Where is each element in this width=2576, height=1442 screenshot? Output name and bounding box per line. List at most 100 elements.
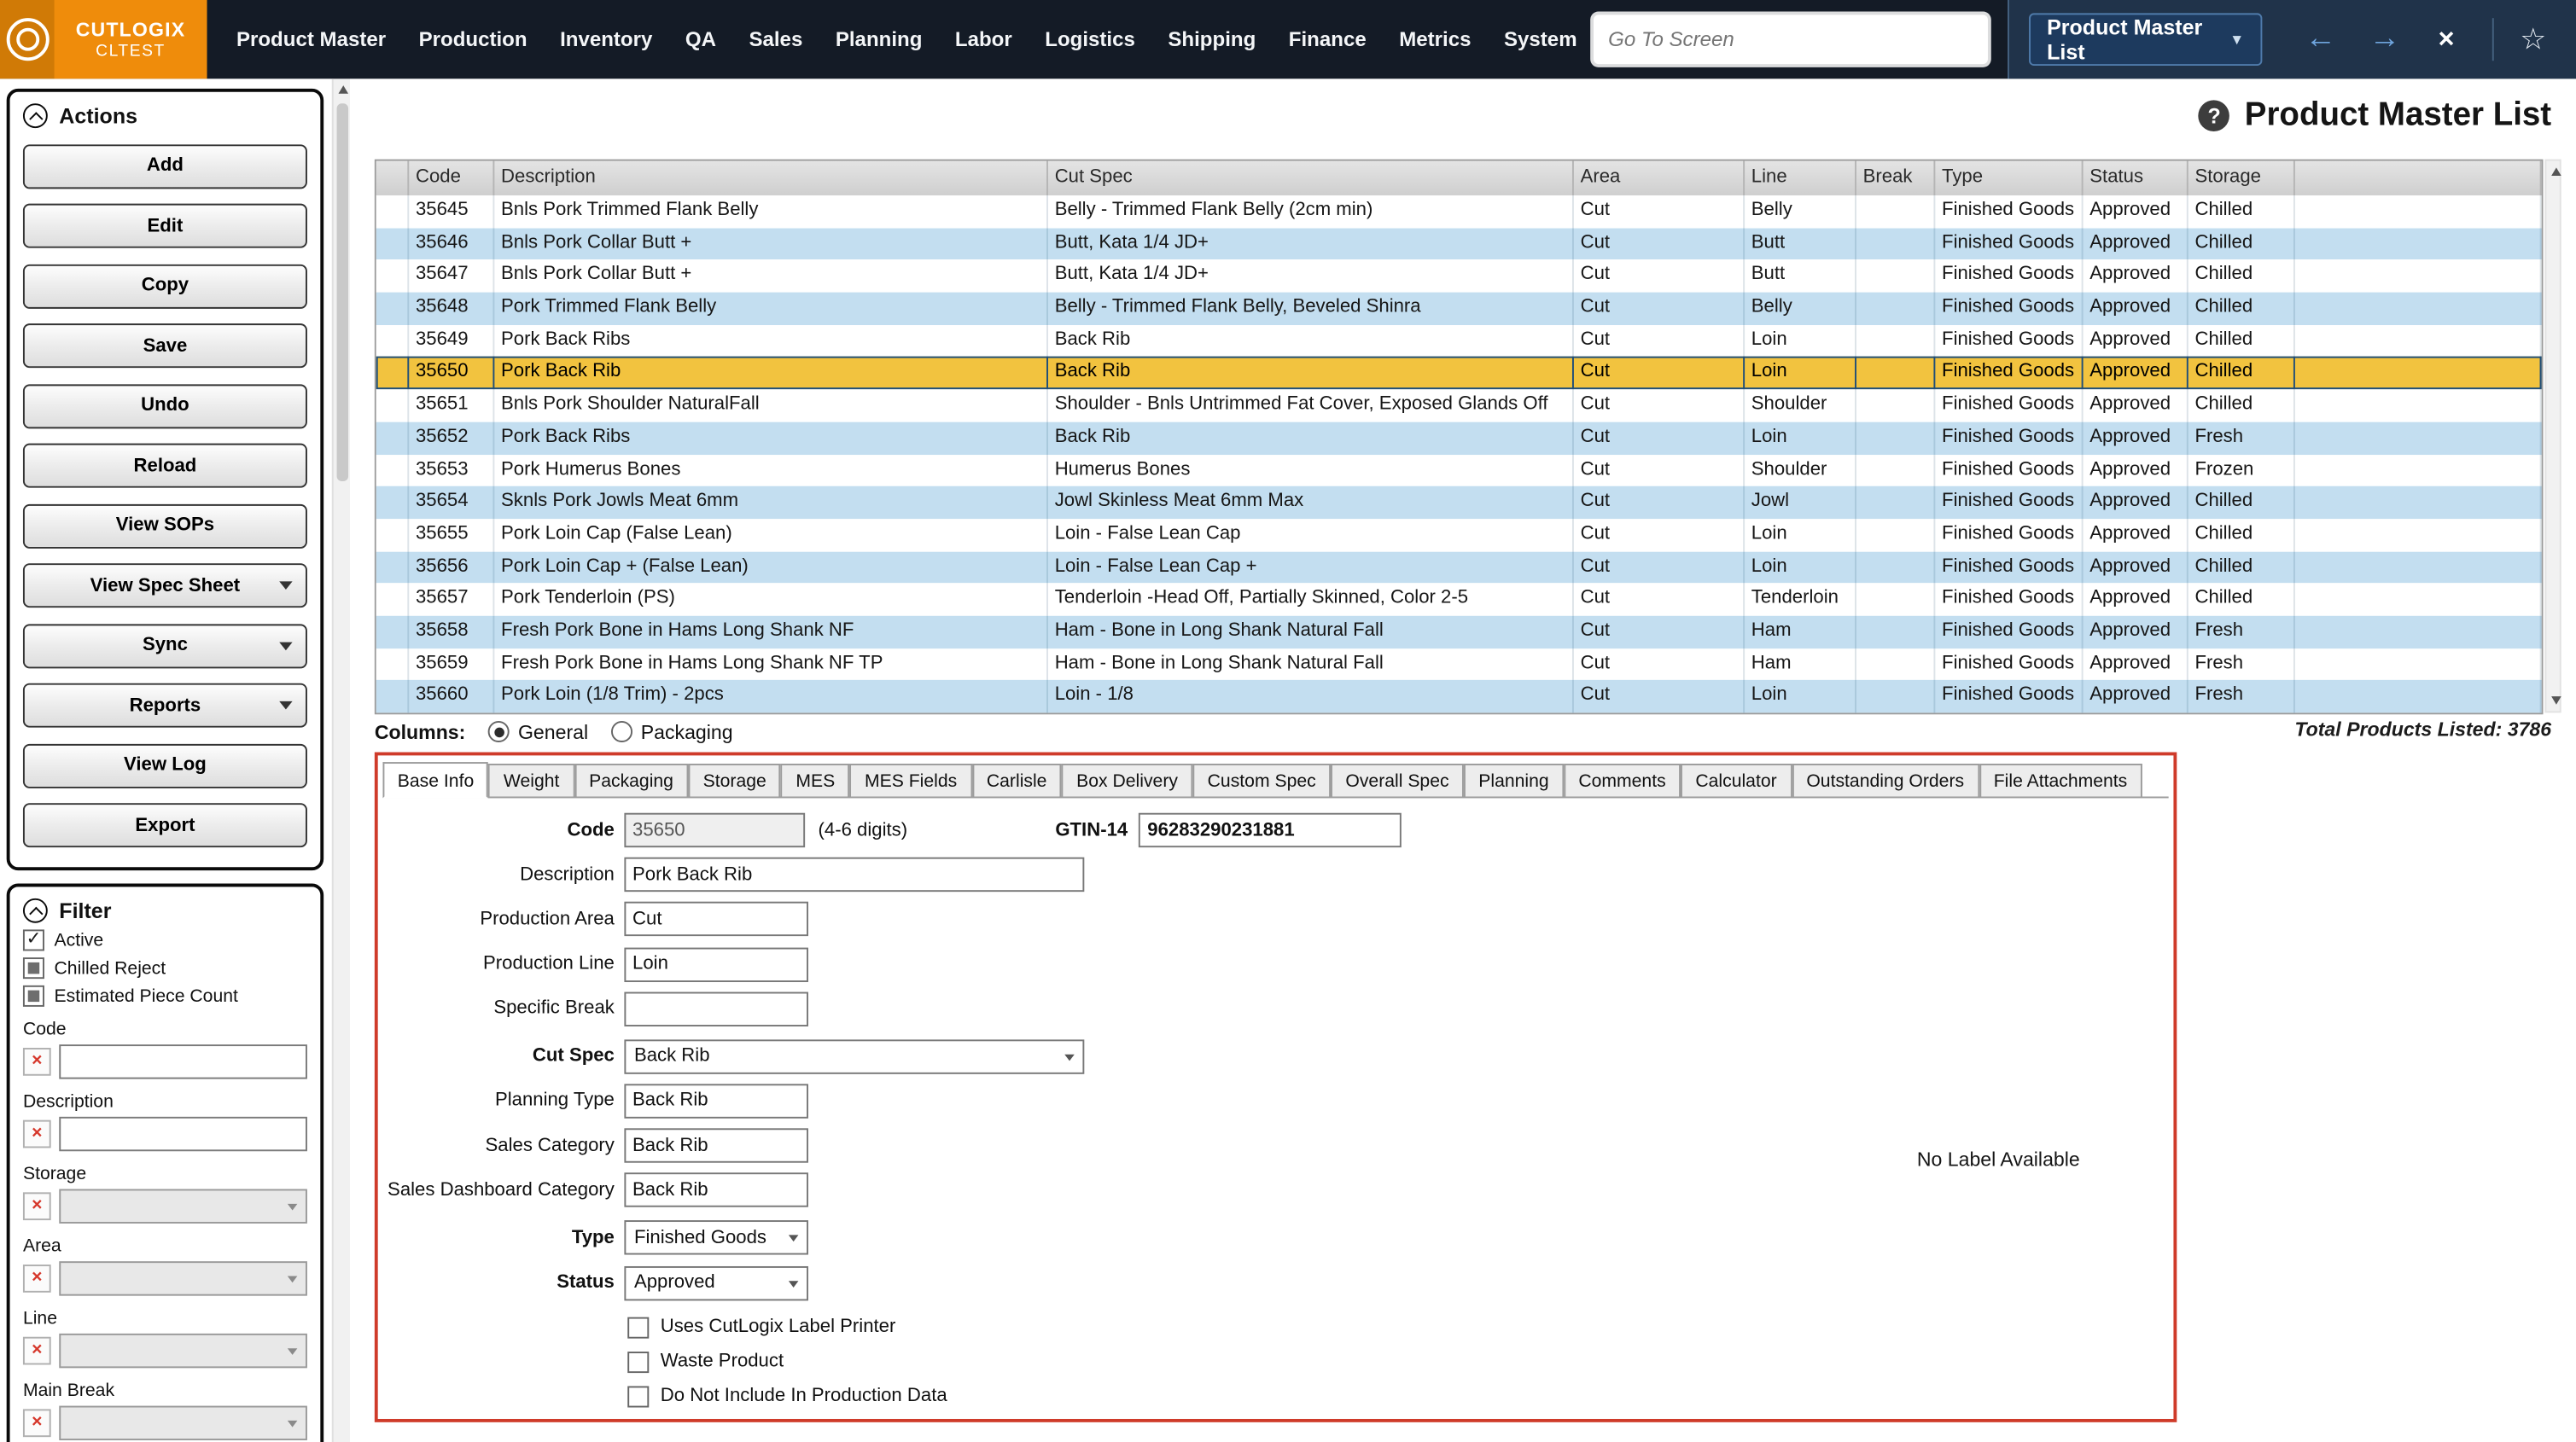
- filter-code-input[interactable]: [59, 1044, 307, 1079]
- actions-panel-header[interactable]: Actions: [23, 103, 307, 128]
- clear-filter-button[interactable]: ×: [23, 1120, 51, 1148]
- table-scrollbar[interactable]: [2544, 160, 2561, 713]
- row-selector-cell[interactable]: [376, 293, 409, 325]
- column-header-status[interactable]: Status: [2084, 161, 2188, 195]
- scroll-up-button[interactable]: [334, 78, 352, 100]
- table-row[interactable]: 35657Pork Tenderloin (PS)Tenderloin -Hea…: [376, 584, 2542, 616]
- row-selector-cell[interactable]: [376, 584, 409, 616]
- add-button[interactable]: Add: [23, 143, 307, 188]
- goto-screen-input[interactable]: [1594, 15, 1988, 64]
- tab-storage[interactable]: Storage: [688, 764, 781, 796]
- table-row[interactable]: 35659Fresh Pork Bone in Hams Long Shank …: [376, 648, 2542, 681]
- table-row[interactable]: 35650Pork Back RibBack RibCutLoinFinishe…: [376, 358, 2542, 390]
- export-button[interactable]: Export: [23, 803, 307, 847]
- table-row[interactable]: 35658Fresh Pork Bone in Hams Long Shank …: [376, 616, 2542, 648]
- row-selector-cell[interactable]: [376, 195, 409, 228]
- menu-item-product-master[interactable]: Product Master: [220, 28, 403, 51]
- collapse-icon[interactable]: [23, 898, 48, 923]
- view-spec-sheet-button[interactable]: View Spec Sheet: [23, 563, 307, 608]
- reports-button[interactable]: Reports: [23, 683, 307, 728]
- copy-button[interactable]: Copy: [23, 264, 307, 308]
- table-row[interactable]: 35648Pork Trimmed Flank BellyBelly - Tri…: [376, 293, 2542, 325]
- row-selector-cell[interactable]: [376, 680, 409, 712]
- menu-item-production[interactable]: Production: [402, 28, 543, 51]
- checkbox-uses-cutlogix-label-printer[interactable]: Uses CutLogix Label Printer: [627, 1310, 2173, 1344]
- column-header-area[interactable]: Area: [1574, 161, 1745, 195]
- gtin-input[interactable]: [1139, 813, 1402, 847]
- table-row[interactable]: 35654Sknls Pork Jowls Meat 6mmJowl Skinl…: [376, 486, 2542, 519]
- menu-item-sales[interactable]: Sales: [732, 28, 819, 51]
- row-selector-cell[interactable]: [376, 551, 409, 584]
- filter-area-select[interactable]: [59, 1261, 307, 1295]
- clear-filter-button[interactable]: ×: [23, 1048, 51, 1076]
- scrollbar-thumb[interactable]: [336, 103, 347, 481]
- tab-weight[interactable]: Weight: [489, 764, 574, 796]
- table-row[interactable]: 35649Pork Back RibsBack RibCutLoinFinish…: [376, 325, 2542, 358]
- table-row[interactable]: 35651Bnls Pork Shoulder NaturalFallShoul…: [376, 389, 2542, 422]
- save-button[interactable]: Save: [23, 323, 307, 368]
- production-line-input[interactable]: [624, 947, 808, 981]
- back-arrow-icon[interactable]: ←: [2288, 2, 2352, 78]
- tab-calculator[interactable]: Calculator: [1681, 764, 1792, 796]
- table-row[interactable]: 35660Pork Loin (1/8 Trim) - 2pcsLoin - 1…: [376, 680, 2542, 712]
- view-log-button[interactable]: View Log: [23, 743, 307, 788]
- row-selector-cell[interactable]: [376, 519, 409, 551]
- clear-filter-button[interactable]: ×: [23, 1192, 51, 1220]
- row-selector-cell[interactable]: [376, 389, 409, 422]
- radio-general[interactable]: General: [488, 720, 588, 743]
- table-row[interactable]: 35656Pork Loin Cap + (False Lean)Loin - …: [376, 551, 2542, 584]
- undo-button[interactable]: Undo: [23, 383, 307, 427]
- table-row[interactable]: 35653Pork Humerus BonesHumerus BonesCutS…: [376, 454, 2542, 486]
- sidebar-scrollbar[interactable]: [332, 78, 350, 1442]
- forward-arrow-icon[interactable]: →: [2352, 2, 2416, 78]
- favorite-star-icon[interactable]: ☆: [2510, 22, 2556, 56]
- table-row[interactable]: 35655Pork Loin Cap (False Lean)Loin - Fa…: [376, 519, 2542, 551]
- screen-select-dropdown[interactable]: Product Master List ▼: [2029, 13, 2263, 66]
- clear-filter-button[interactable]: ×: [23, 1409, 51, 1437]
- row-selector-cell[interactable]: [376, 228, 409, 260]
- collapse-icon[interactable]: [23, 103, 48, 128]
- edit-button[interactable]: Edit: [23, 204, 307, 248]
- column-header-code[interactable]: Code: [409, 161, 494, 195]
- row-selector-cell[interactable]: [376, 486, 409, 519]
- filter-checkbox-chilled-reject[interactable]: Chilled Reject: [23, 957, 307, 979]
- table-row[interactable]: 35647Bnls Pork Collar Butt +Butt, Kata 1…: [376, 260, 2542, 293]
- tab-mes-fields[interactable]: MES Fields: [850, 764, 972, 796]
- column-header-cut-spec[interactable]: Cut Spec: [1048, 161, 1574, 195]
- row-selector-cell[interactable]: [376, 325, 409, 358]
- menu-item-system[interactable]: System: [1488, 28, 1594, 51]
- column-header-type[interactable]: Type: [1935, 161, 2083, 195]
- table-row[interactable]: 35652Pork Back RibsBack RibCutLoinFinish…: [376, 422, 2542, 454]
- tab-planning[interactable]: Planning: [1464, 764, 1564, 796]
- menu-item-qa[interactable]: QA: [669, 28, 733, 51]
- tab-packaging[interactable]: Packaging: [574, 764, 689, 796]
- sales-category-input[interactable]: [624, 1129, 808, 1163]
- menu-item-metrics[interactable]: Metrics: [1383, 28, 1488, 51]
- table-row[interactable]: 35645Bnls Pork Trimmed Flank BellyBelly …: [376, 195, 2542, 228]
- filter-main-break-select[interactable]: [59, 1406, 307, 1440]
- column-header-description[interactable]: Description: [494, 161, 1048, 195]
- filter-line-select[interactable]: [59, 1334, 307, 1368]
- tab-comments[interactable]: Comments: [1564, 764, 1681, 796]
- row-selector-cell[interactable]: [376, 648, 409, 681]
- tab-file-attachments[interactable]: File Attachments: [1979, 764, 2142, 796]
- row-selector-cell[interactable]: [376, 616, 409, 648]
- radio-packaging[interactable]: Packaging: [611, 720, 733, 743]
- filter-description-input[interactable]: [59, 1117, 307, 1151]
- scroll-down-button[interactable]: [2546, 689, 2564, 711]
- clear-filter-button[interactable]: ×: [23, 1265, 51, 1293]
- filter-storage-select[interactable]: [59, 1189, 307, 1224]
- menu-item-shipping[interactable]: Shipping: [1151, 28, 1272, 51]
- production-area-input[interactable]: [624, 902, 808, 936]
- clear-filter-button[interactable]: ×: [23, 1337, 51, 1365]
- checkbox-waste-product[interactable]: Waste Product: [627, 1345, 2173, 1379]
- status-select[interactable]: Approved: [624, 1265, 808, 1300]
- tab-custom-spec[interactable]: Custom Spec: [1192, 764, 1331, 796]
- row-selector-cell[interactable]: [376, 422, 409, 454]
- close-icon[interactable]: ×: [2416, 23, 2475, 55]
- tab-overall-spec[interactable]: Overall Spec: [1331, 764, 1464, 796]
- specific-break-input[interactable]: [624, 991, 808, 1026]
- row-selector-cell[interactable]: [376, 358, 409, 390]
- menu-item-logistics[interactable]: Logistics: [1029, 28, 1151, 51]
- sync-button[interactable]: Sync: [23, 623, 307, 667]
